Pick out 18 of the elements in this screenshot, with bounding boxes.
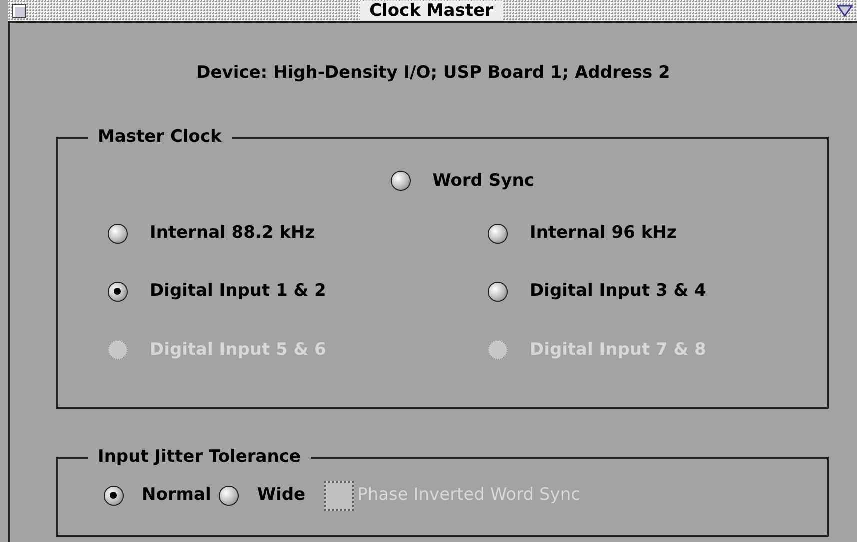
radio-button[interactable]: Internal 88.2 kHz (108, 221, 316, 246)
radio-button[interactable]: Word Sync (390, 168, 534, 194)
radio-dot[interactable] (488, 282, 508, 302)
radio-button[interactable]: Wide (219, 483, 306, 508)
radio-dot[interactable] (390, 171, 411, 192)
radio-button[interactable]: Digital Input 1 & 2 (108, 279, 326, 305)
radio-button[interactable]: Internal 96 kHz (488, 221, 677, 246)
window-title: Clock Master (360, 0, 504, 20)
collapse-icon[interactable] (837, 4, 853, 16)
radio-dot[interactable] (108, 282, 128, 302)
radio-button[interactable]: Digital Input 3 & 4 (488, 279, 706, 305)
radio-dot[interactable] (488, 224, 508, 244)
radio-dot[interactable] (108, 224, 128, 244)
close-box[interactable] (12, 4, 26, 18)
radio-button[interactable]: Normal (104, 483, 212, 508)
device-label: Device: High-Density I/O; USP Board 1; Address 2 (196, 62, 672, 85)
radio-dot[interactable] (219, 486, 240, 506)
radio-dot[interactable] (104, 486, 124, 506)
